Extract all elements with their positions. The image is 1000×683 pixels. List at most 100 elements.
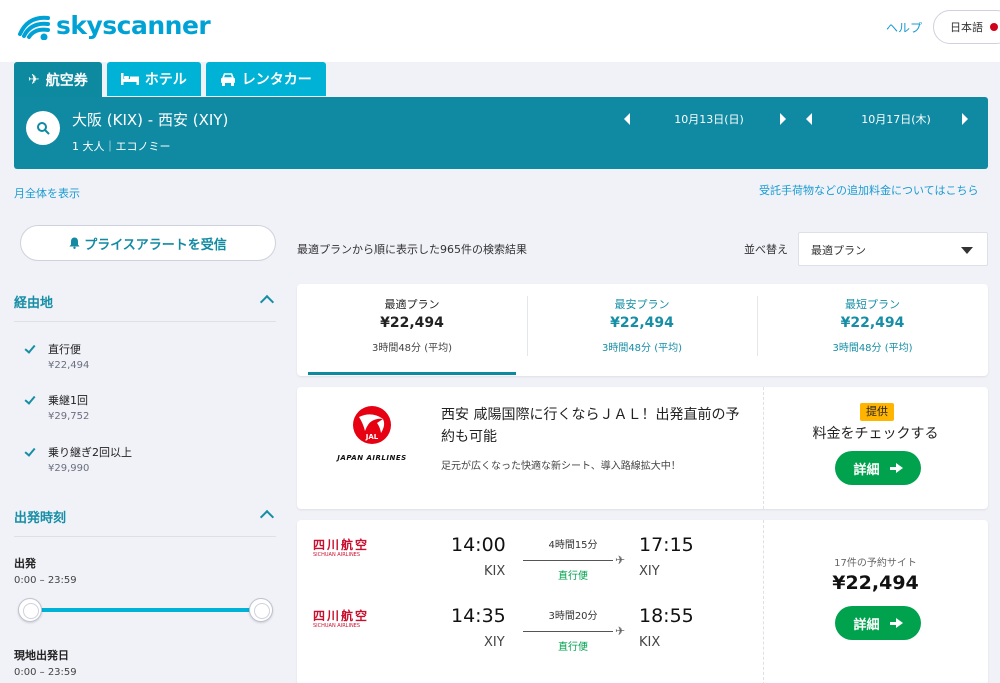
outbound-next-day[interactable]: [780, 109, 786, 129]
route-line: [523, 631, 613, 632]
stops-text: 直行便: [558, 642, 588, 653]
bed-icon: [120, 73, 139, 85]
language-label: 日本語: [950, 21, 983, 34]
search-icon: [37, 122, 50, 135]
chevron-right-icon: [962, 113, 968, 125]
tab-cheapest-price: ¥22,494: [610, 315, 674, 331]
sponsored-badge: 提供: [860, 403, 894, 421]
help-link[interactable]: ヘルプ: [886, 19, 922, 36]
ad-details-button[interactable]: 詳細: [835, 451, 921, 485]
chevron-left-icon: [806, 113, 812, 125]
chevron-up-icon: [259, 509, 275, 525]
jal-wordmark: JAPAN AIRLINES: [337, 454, 407, 462]
results-count: 最適プランから順に表示した965件の検索結果: [297, 243, 527, 256]
tab-fastest-title: 最短プラン: [845, 298, 900, 311]
chevron-up-icon: [259, 294, 275, 310]
departure-time-label: 出発: [14, 557, 36, 570]
tab-hotels[interactable]: ホテル: [106, 62, 201, 96]
tab-best[interactable]: 最適プラン ¥22,494 3時間48分 (平均): [297, 284, 527, 372]
flight-duration: 4時間15分: [548, 540, 598, 551]
details-label: 詳細: [853, 462, 880, 478]
tab-fastest[interactable]: 最短プラン ¥22,494 3時間48分 (平均): [757, 284, 988, 372]
times-filter-title: 出発時刻: [14, 511, 67, 526]
tab-car-hire[interactable]: レンタカー: [205, 62, 326, 96]
tab-fastest-duration: 3時間48分 (平均): [832, 343, 913, 354]
slider-handle-max[interactable]: [249, 598, 273, 622]
search-button[interactable]: [26, 111, 60, 145]
local-departure-label: 現地出発日: [14, 649, 69, 662]
arrow-right-icon: [889, 618, 903, 628]
tab-fastest-price: ¥22,494: [840, 315, 905, 331]
departure-time: 14:00: [451, 534, 506, 556]
tab-best-price: ¥22,494: [380, 315, 444, 331]
departure-time: 14:35: [451, 605, 506, 627]
japan-flag-icon: [990, 23, 998, 31]
divider: [763, 520, 764, 683]
product-tabs: ✈ 航空券 ホテル レンタカー: [14, 62, 326, 98]
outbound-leg: 四川航空 SICHUAN AIRLINES 14:00 KIX 4時間15分 ✈…: [297, 520, 763, 590]
tab-flights[interactable]: ✈ 航空券: [14, 62, 102, 98]
arrival-time: 17:15: [639, 534, 694, 556]
sort-value: 最適プラン: [811, 244, 866, 257]
times-filter-header[interactable]: 出発時刻: [14, 507, 276, 537]
outbound-date[interactable]: 10月13日(日): [654, 109, 764, 129]
departure-time-range: 0:00 – 23:59: [14, 575, 77, 586]
stops-filter-header[interactable]: 経由地: [14, 292, 276, 322]
tab-best-title: 最適プラン: [384, 298, 440, 311]
tab-car-hire-label: レンタカー: [241, 72, 312, 88]
sichuan-airlines-logo: 四川航空 SICHUAN AIRLINES: [313, 609, 375, 643]
sort-select[interactable]: 最適プラン: [798, 232, 988, 266]
arrival-airport: KIX: [639, 635, 661, 650]
local-departure-range: 0:00 – 23:59: [14, 667, 77, 678]
show-whole-month-link[interactable]: 月全体を表示: [14, 185, 80, 201]
arrival-time: 18:55: [639, 605, 694, 627]
stop-option-label: 乗り継ぎ2回以上: [48, 446, 132, 459]
divider: [763, 387, 764, 509]
tab-cheapest[interactable]: 最安プラン ¥22,494 3時間48分 (平均): [527, 284, 757, 372]
flight-details-button[interactable]: 詳細: [835, 606, 921, 640]
return-next-day[interactable]: [962, 109, 968, 129]
check-price-text: 料金をチェックする: [812, 426, 939, 442]
slider-handle-min[interactable]: [18, 598, 42, 622]
departure-time-slider[interactable]: [30, 608, 260, 612]
flight-price: ¥22,494: [832, 572, 919, 594]
flight-duration: 3時間20分: [548, 611, 598, 622]
tab-cheapest-title: 最安プラン: [614, 298, 670, 311]
jal-logo: JAL JAPAN AIRLINES: [325, 403, 419, 473]
sort-summary-tabs: 最適プラン ¥22,494 3時間48分 (平均) 最安プラン ¥22,494 …: [297, 284, 988, 376]
sichuan-airlines-logo: 四川航空 SICHUAN AIRLINES: [313, 538, 375, 572]
checkbox-checked[interactable]: [24, 446, 36, 458]
skyscanner-sunrise-icon: [18, 15, 50, 40]
stops-text: 直行便: [558, 571, 588, 582]
arrow-right-icon: [889, 463, 903, 473]
baggage-fees-link[interactable]: 受託手荷物などの追加料金についてはこちら: [759, 182, 978, 198]
bell-icon: [69, 237, 80, 249]
stop-option-label: 直行便: [48, 343, 81, 356]
flight-result-card[interactable]: 四川航空 SICHUAN AIRLINES 14:00 KIX 4時間15分 ✈…: [297, 520, 988, 683]
skyscanner-logo[interactable]: skyscanner: [14, 10, 211, 40]
return-leg: 四川航空 SICHUAN AIRLINES 14:35 XIY 3時間20分 ✈…: [297, 591, 763, 661]
stop-option-price: ¥29,990: [48, 463, 90, 474]
caret-down-icon: [961, 247, 973, 254]
price-alert-button[interactable]: プライスアラートを受信: [20, 225, 276, 261]
return-prev-day[interactable]: [806, 109, 812, 129]
sponsored-ad-card[interactable]: JAL JAPAN AIRLINES 西安 咸陽国際に行くならＪＡＬ！出発直前の…: [297, 387, 988, 509]
stop-option-price: ¥29,752: [48, 411, 90, 422]
airline-name-cn: 四川航空: [313, 609, 370, 623]
passenger-cabin-text[interactable]: 1 大人｜エコノミー: [72, 138, 171, 154]
stop-option-label: 乗継1回: [48, 394, 88, 407]
tab-cheapest-duration: 3時間48分 (平均): [601, 343, 683, 354]
checkbox-checked[interactable]: [24, 394, 36, 406]
outbound-prev-day[interactable]: [624, 109, 630, 129]
search-summary-bar: 大阪 (KIX) - 西安 (XIY) 1 大人｜エコノミー 10月13日(日)…: [14, 97, 988, 169]
airline-name-en: SICHUAN AIRLINES: [313, 552, 361, 558]
airline-name-cn: 四川航空: [313, 538, 370, 552]
plane-icon: ✈: [615, 553, 626, 567]
route-text[interactable]: 大阪 (KIX) - 西安 (XIY): [72, 109, 228, 130]
checkbox-checked[interactable]: [24, 343, 36, 355]
jal-mark-text: JAL: [365, 433, 379, 441]
arrival-airport: XIY: [639, 564, 660, 579]
chevron-left-icon: [624, 113, 630, 125]
tab-best-duration: 3時間48分 (平均): [371, 343, 453, 354]
return-date[interactable]: 10月17日(木): [836, 109, 956, 129]
